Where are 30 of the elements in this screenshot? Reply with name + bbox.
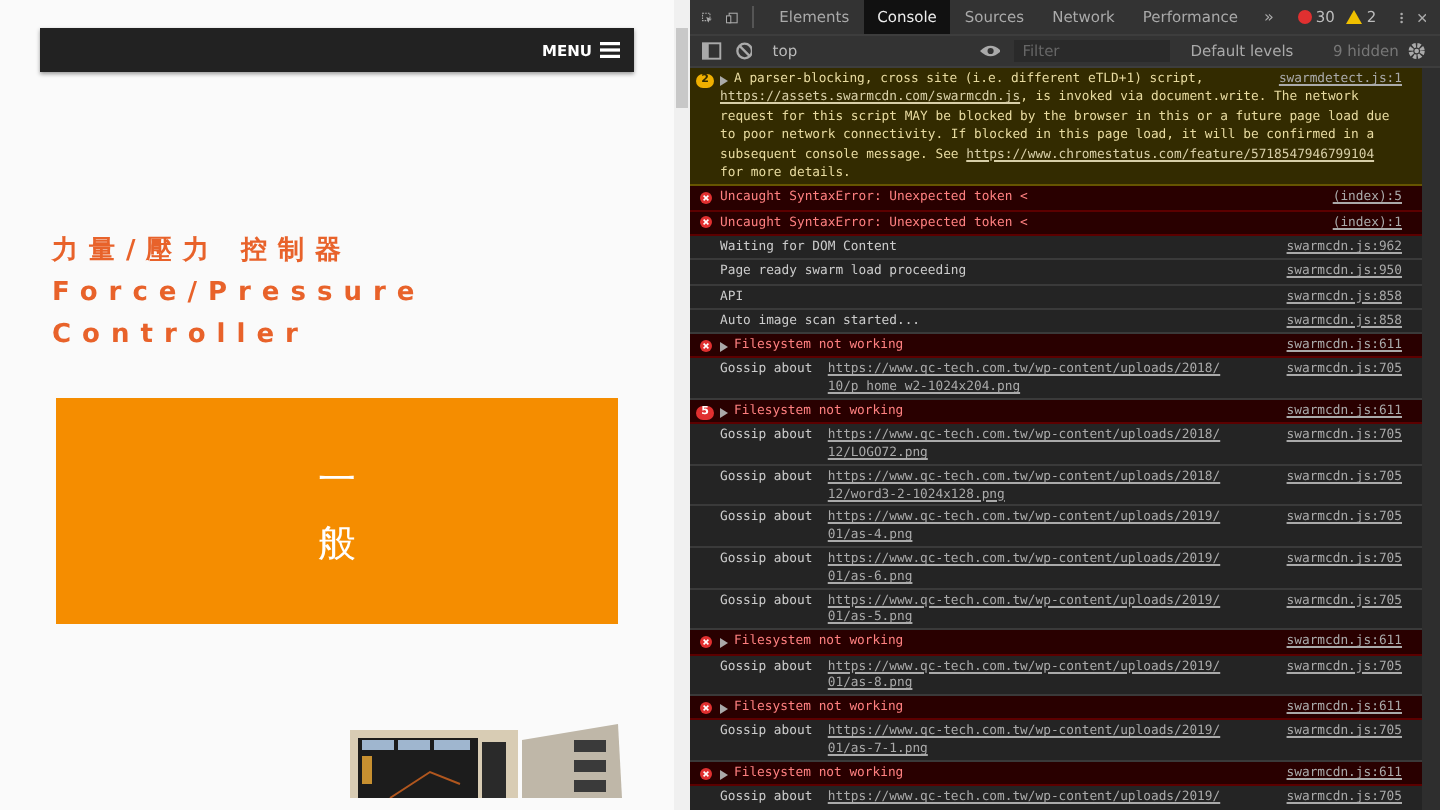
device-icon[interactable] — [726, 7, 739, 27]
category-label: 般 — [318, 521, 356, 565]
scrollbar[interactable] — [1422, 68, 1440, 810]
inspect-icon[interactable] — [702, 7, 713, 27]
category-label: 一 — [318, 457, 356, 501]
error-icon — [699, 216, 711, 229]
expand-icon[interactable] — [720, 769, 728, 780]
scrollbar[interactable] — [674, 0, 690, 810]
page-title: 力量/壓力 控制器 — [52, 234, 354, 270]
expand-icon[interactable] — [720, 341, 728, 352]
error-icon — [699, 701, 711, 714]
page-title: Force/Pressure — [52, 276, 426, 312]
error-icon — [1297, 10, 1312, 24]
close-icon[interactable] — [1417, 9, 1426, 25]
more-tabs-button[interactable]: » — [1251, 8, 1286, 26]
menu-icon — [600, 42, 620, 58]
error-icon — [699, 339, 711, 352]
clear-icon[interactable] — [735, 42, 753, 60]
error-icon — [699, 191, 711, 204]
error-icon — [699, 635, 711, 648]
page-title: Controller — [52, 318, 311, 354]
expand-icon[interactable] — [720, 637, 728, 648]
expand-icon[interactable] — [720, 407, 728, 417]
eye-icon[interactable] — [979, 44, 1001, 58]
expand-icon[interactable] — [720, 75, 728, 85]
sidebar-icon[interactable] — [702, 42, 722, 60]
expand-icon[interactable] — [720, 703, 728, 714]
error-icon — [699, 767, 711, 780]
warning-icon — [1346, 10, 1363, 24]
settings-icon[interactable] — [1408, 42, 1427, 60]
